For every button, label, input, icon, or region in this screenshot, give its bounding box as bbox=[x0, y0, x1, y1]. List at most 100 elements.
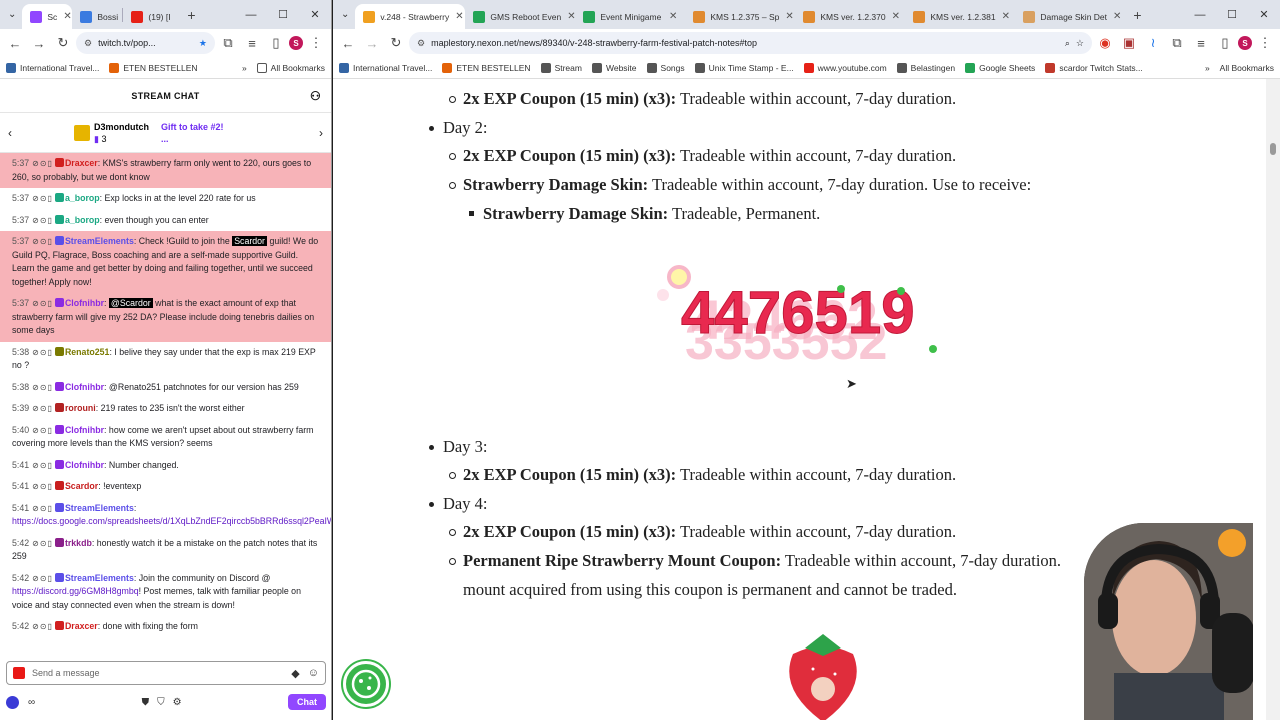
mod-tools-icon[interactable]: ⊘⊙▯ bbox=[32, 194, 53, 203]
menu-icon[interactable]: ⋮ bbox=[1254, 32, 1276, 54]
settings-icon[interactable]: ⚙ bbox=[173, 697, 182, 708]
chat-username[interactable]: StreamElements bbox=[65, 573, 134, 583]
chat-username[interactable]: Clofnihbr bbox=[65, 298, 104, 308]
media-icon[interactable]: ≡ bbox=[1190, 32, 1212, 54]
chat-username[interactable]: a_borop bbox=[65, 193, 100, 203]
user-mention[interactable]: @Scardor bbox=[108, 298, 153, 308]
tab-2[interactable]: Event Minigame ✕ bbox=[575, 4, 685, 29]
chat-input[interactable]: Send a message ◆ ☺ bbox=[6, 661, 326, 685]
new-tab-button[interactable]: + bbox=[179, 7, 203, 23]
bookmark-item[interactable]: International Travel... bbox=[339, 62, 432, 73]
more-bookmarks-icon[interactable]: » bbox=[1205, 63, 1210, 73]
tab-4[interactable]: KMS ver. 1.2.370 ✕ bbox=[795, 4, 905, 29]
zoom-icon[interactable]: ⌕ bbox=[1065, 38, 1070, 49]
menu-icon[interactable]: ⋮ bbox=[305, 32, 327, 54]
bookmark-item[interactable]: ETEN BESTELLEN bbox=[442, 62, 531, 73]
tab-1[interactable]: GMS Reboot Even ✕ bbox=[465, 4, 575, 29]
bookmark-item[interactable]: Website bbox=[591, 62, 637, 73]
channel-points-icon[interactable] bbox=[6, 695, 19, 709]
chat-username[interactable]: rorouni bbox=[65, 403, 96, 413]
bookmark-item[interactable]: Belastingen bbox=[896, 62, 955, 73]
chat-username[interactable]: Draxcer bbox=[65, 621, 98, 631]
mod-tools-icon[interactable]: ⊘⊙▯ bbox=[32, 426, 53, 435]
minimize-icon[interactable]: — bbox=[1184, 9, 1216, 21]
user-mention[interactable]: Scardor bbox=[232, 236, 267, 246]
page-scrollbar[interactable] bbox=[1266, 79, 1280, 720]
close-icon[interactable]: ✕ bbox=[663, 11, 677, 22]
chat-username[interactable]: StreamElements bbox=[65, 503, 134, 513]
mod-tools-icon[interactable]: ⊘⊙▯ bbox=[32, 461, 53, 470]
bookmark-star-icon[interactable]: ☆ bbox=[1076, 38, 1084, 49]
mod-tools-icon[interactable]: ⊘⊙▯ bbox=[32, 299, 53, 308]
gift-prompt[interactable]: Gift to take #2! ... bbox=[161, 121, 224, 145]
forward-icon[interactable]: → bbox=[361, 32, 383, 54]
scrollbar-thumb[interactable] bbox=[1270, 143, 1276, 155]
chat-message-list[interactable]: 5:37 ⊘⊙▯ Draxcer: KMS's strawberry farm on… bbox=[0, 153, 331, 651]
bookmark-item[interactable]: Unix Time Stamp - E... bbox=[694, 62, 794, 73]
minimize-icon[interactable]: — bbox=[235, 9, 267, 21]
bookmark-item[interactable]: Songs bbox=[646, 62, 685, 73]
tab-6[interactable]: Damage Skin Det ✕ bbox=[1015, 4, 1125, 29]
new-tab-button[interactable]: + bbox=[1125, 7, 1149, 23]
more-bookmarks-icon[interactable]: » bbox=[242, 63, 247, 73]
mod-tools-icon[interactable]: ⊘⊙▯ bbox=[32, 348, 53, 357]
mod-tools-icon[interactable]: ⊘⊙▯ bbox=[32, 383, 53, 392]
all-bookmarks[interactable]: All Bookmarks bbox=[256, 62, 325, 73]
tab-3[interactable]: KMS 1.2.375 – Sp ✕ bbox=[685, 4, 795, 29]
reload-icon[interactable]: ↻ bbox=[385, 32, 407, 54]
chevron-right-icon[interactable]: › bbox=[319, 126, 323, 140]
close-icon[interactable]: ✕ bbox=[57, 11, 71, 22]
emote-picker-icon[interactable] bbox=[13, 667, 25, 679]
mod-tools-icon[interactable]: ⊘⊙▯ bbox=[32, 574, 53, 583]
chat-send-button[interactable]: Chat bbox=[287, 694, 326, 710]
chat-username[interactable]: a_borop bbox=[65, 215, 100, 225]
chat-username[interactable]: Clofnihbr bbox=[65, 425, 104, 435]
message-link[interactable]: https://docs.google.com/spreadsheets/d/1… bbox=[12, 516, 331, 526]
close-icon[interactable]: ✕ bbox=[779, 11, 793, 22]
close-window-icon[interactable]: ✕ bbox=[299, 8, 331, 21]
sidepanel-icon[interactable]: ▯ bbox=[1214, 32, 1236, 54]
chat-username[interactable]: Clofnihbr bbox=[65, 460, 104, 470]
site-info-icon[interactable]: ⚙ bbox=[84, 38, 92, 49]
bookmark-item[interactable]: scardor Twitch Stats... bbox=[1045, 62, 1143, 73]
site-info-icon[interactable]: ⚙ bbox=[417, 38, 425, 49]
extensions-icon[interactable]: ⧉ bbox=[1166, 32, 1188, 54]
back-icon[interactable]: ← bbox=[337, 32, 359, 54]
tab-bossing[interactable]: Bossi bbox=[72, 4, 122, 29]
tab-twitch[interactable]: Sc ✕ bbox=[22, 4, 73, 29]
close-icon[interactable]: ✕ bbox=[1107, 11, 1121, 22]
profile-avatar[interactable]: S bbox=[289, 36, 303, 50]
mod-tools-icon[interactable]: ⊘⊙▯ bbox=[32, 539, 53, 548]
top-gifter[interactable]: D3mondutch ▮ 3 bbox=[74, 121, 149, 145]
tab-0[interactable]: v.248 - Strawberry ✕ bbox=[355, 4, 466, 29]
mod-tools-icon[interactable]: ⊘⊙▯ bbox=[32, 504, 53, 513]
chat-username[interactable]: StreamElements bbox=[65, 236, 134, 246]
maximize-icon[interactable]: ☐ bbox=[1216, 8, 1248, 21]
bookmark-star-icon[interactable]: ★ bbox=[199, 38, 207, 49]
close-window-icon[interactable]: ✕ bbox=[1248, 8, 1280, 21]
maximize-icon[interactable]: ☐ bbox=[267, 8, 299, 21]
mod-tools-icon[interactable]: ⊘⊙▯ bbox=[32, 237, 53, 246]
cart-icon[interactable]: ⛉ bbox=[157, 697, 165, 708]
community-icon[interactable]: ⚇ bbox=[310, 89, 321, 103]
reload-icon[interactable]: ↻ bbox=[52, 32, 74, 54]
tab-youtube[interactable]: (19) [I bbox=[123, 4, 179, 29]
close-icon[interactable]: ✕ bbox=[996, 11, 1010, 22]
bookmark-item[interactable]: Google Sheets bbox=[965, 62, 1035, 73]
bookmark-item[interactable]: Stream bbox=[540, 62, 582, 73]
mod-tools-icon[interactable]: ⊘⊙▯ bbox=[32, 622, 53, 631]
cookie-settings-button[interactable] bbox=[343, 661, 389, 707]
chat-username[interactable]: Scardor bbox=[65, 481, 98, 491]
mod-tools-icon[interactable]: ⊘⊙▯ bbox=[32, 216, 53, 225]
close-icon[interactable]: ✕ bbox=[561, 11, 575, 22]
back-icon[interactable]: ← bbox=[4, 32, 26, 54]
address-bar[interactable]: ⚙ twitch.tv/pop... ★ bbox=[76, 32, 215, 54]
smiley-icon[interactable]: ☺ bbox=[308, 667, 319, 680]
profile-avatar[interactable]: S bbox=[1238, 36, 1252, 50]
sidepanel-icon[interactable]: ▯ bbox=[265, 32, 287, 54]
extensions-icon[interactable]: ⧉ bbox=[217, 32, 239, 54]
chat-username[interactable]: Draxcer bbox=[65, 158, 98, 168]
shield-icon[interactable]: ⛊ bbox=[142, 697, 150, 708]
all-bookmarks[interactable]: All Bookmarks bbox=[1220, 63, 1274, 73]
address-bar[interactable]: ⚙ maplestory.nexon.net/news/89340/v-248-… bbox=[409, 32, 1092, 54]
